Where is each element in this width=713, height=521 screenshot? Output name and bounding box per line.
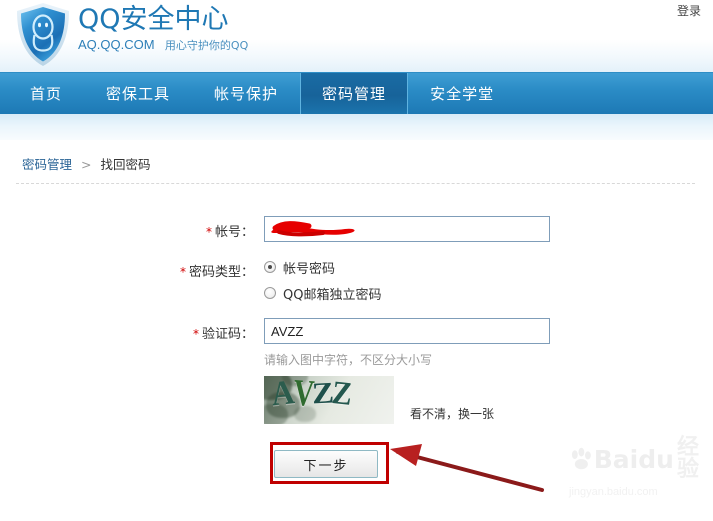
nav-item-security-school[interactable]: 安全学堂 [408,73,516,114]
form-row-account: * 帐号： [16,216,697,242]
brand-block: QQ安全中心 AQ.QQ.COM 用心守护你的QQ [78,4,248,53]
site-title: QQ安全中心 [78,4,229,35]
captcha-image-text: AVZZ [269,376,354,415]
account-required-mark: * [205,225,212,239]
radio-icon-qqmail-password[interactable] [264,287,276,299]
logo-wrapper[interactable] [14,2,76,72]
form-row-captcha: *验证码： 请输入图中字符，不区分大小写 AVZZ [16,318,697,424]
captcha-label: 验证码： [201,327,254,342]
captcha-field-wrap: 请输入图中字符，不区分大小写 AVZZ 看不清，换一张 [264,318,550,424]
breadcrumb-separator: > [81,157,92,172]
login-link[interactable]: 登录 [677,2,701,19]
next-step-button[interactable]: 下一步 [274,450,378,478]
captcha-refresh-link[interactable]: 看不清，换一张 [410,405,494,424]
nav-item-account-protect[interactable]: 帐号保护 [192,73,300,114]
nav-item-security-tools[interactable]: 密保工具 [84,73,192,114]
breadcrumb-parent[interactable]: 密码管理 [22,157,72,172]
retrieve-password-form: * 帐号： * 密码类型： 帐号密码 QQ邮箱独立密码 * 验证码： AVZZ … [16,184,697,492]
captcha-hint: 请输入图中字符，不区分大小写 [264,353,433,367]
brand-domain: AQ.QQ.COM [78,37,155,52]
password-type-label: 密码类型： [188,265,254,280]
breadcrumb: 密码管理 > 找回密码 [16,140,695,184]
site-header: QQ安全中心 AQ.QQ.COM 用心守护你的QQ 登录 [0,0,713,72]
captcha-required-mark: * [192,327,199,341]
form-row-password-type: * 密码类型： 帐号密码 QQ邮箱独立密码 [16,256,697,304]
radio-label-qqmail-password: QQ邮箱独立密码 [283,287,382,303]
captcha-label-wrap: * 验证码： [16,318,264,342]
nav-item-password-management[interactable]: 密码管理 [300,73,409,114]
radio-label-account-password: 帐号密码 [283,261,336,277]
account-label-wrap: * 帐号： [16,216,264,240]
account-input[interactable] [264,216,550,242]
captcha-image-row: AVZZ 看不清，换一张 [264,376,550,424]
breadcrumb-current: 找回密码 [100,157,151,172]
submit-row: 下一步 [16,442,697,492]
radio-option-account-password[interactable]: 帐号密码 [264,256,381,278]
radio-option-qqmail-password[interactable]: QQ邮箱独立密码 [264,282,381,304]
password-type-required-mark: * [179,265,186,279]
account-field-wrap [264,216,550,242]
nav-underbar [0,114,713,140]
password-type-label-wrap: * 密码类型： [16,256,264,280]
content-panel: 密码管理 > 找回密码 * 帐号： * 密码类型： 帐号密码 QQ邮箱独立密码 … [16,140,697,500]
captcha-input[interactable] [264,318,550,344]
account-label: 帐号： [214,225,254,240]
brand-subtitle-row: AQ.QQ.COM 用心守护你的QQ [78,38,248,53]
brand-slogan: 用心守护你的QQ [164,39,249,52]
radio-icon-account-password[interactable] [264,261,276,273]
main-navigation: 首页 密保工具 帐号保护 密码管理 安全学堂 [0,72,713,114]
password-type-options: 帐号密码 QQ邮箱独立密码 [264,256,381,304]
qq-shield-penguin-icon [17,3,69,66]
nav-item-home[interactable]: 首页 [8,73,84,114]
captcha-image[interactable]: AVZZ [264,376,394,424]
